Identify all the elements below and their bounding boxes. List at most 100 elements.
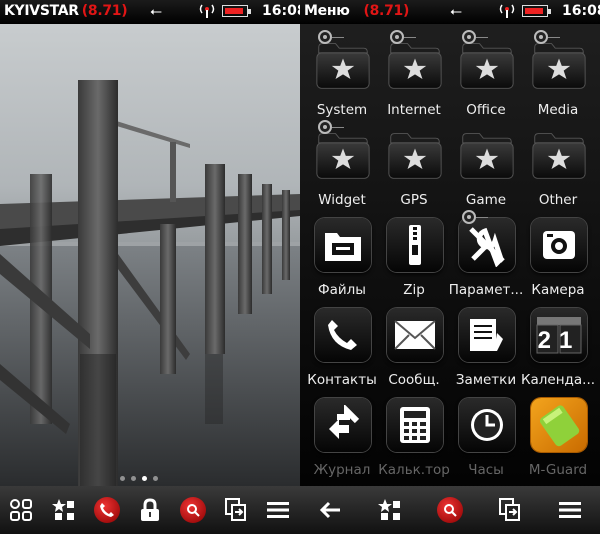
menu-item-settings-tools[interactable]: Парамет... [449,210,523,300]
phone-button[interactable] [90,493,124,527]
search-icon [444,504,457,517]
favorites-button[interactable] [373,493,407,527]
page-dot[interactable] [131,476,136,481]
battery-icon [522,5,551,17]
pin-badge-icon [318,30,332,44]
page-dot[interactable] [120,476,125,481]
menu-item-label: Камера [531,282,585,298]
menu-button[interactable] [261,493,295,527]
copy-icon [499,498,520,521]
page-dot-active[interactable] [142,476,147,481]
home-toolbar [0,486,300,534]
menu-item-label: Файлы [318,282,366,298]
pin-badge-line [476,37,488,38]
envelope-icon [387,308,443,362]
wallpaper-image [0,24,300,486]
menu-item-label: Internet [387,102,441,118]
page-dot[interactable] [153,476,158,481]
menu-item-battery-guard[interactable]: M-Guard [522,390,594,480]
status-bar: KYIVSTAR(8.71) ⭠ 16:08 [0,0,300,24]
search-icon [186,504,200,517]
menu-item-calculator[interactable]: Кальк.тор [378,390,450,480]
folder-star-icon [315,38,371,92]
menu-item-label: M-Guard [528,462,588,478]
menu-item-log[interactable]: Журнал [306,390,378,480]
phone-icon [100,503,115,517]
folder-star-icon [387,128,443,182]
menu-item-envelope[interactable]: Сообщ. [378,300,450,390]
menu-toolbar [300,486,600,534]
apps-grid-button[interactable] [4,493,38,527]
notes-icon [459,308,515,362]
copy-icon [224,498,246,521]
favorites-icon [378,499,400,520]
pin-badge-line [404,37,416,38]
status-bar: Меню(8.71) ⭠ 16:08 [300,0,600,24]
folder-star-icon [531,128,587,182]
home-screen: KYIVSTAR(8.71) ⭠ 16:08 [0,0,300,534]
copy-button[interactable] [493,493,527,527]
menu-item-camera[interactable]: Камера [522,210,594,300]
folder-star-icon [459,38,515,92]
menu-item-folder-star[interactable]: Office [450,30,522,120]
folder-star-icon [531,38,587,92]
menu-item-label: Widget [318,192,366,208]
screens-container: KYIVSTAR(8.71) ⭠ 16:08 [0,0,600,534]
menu-item-label: Часы [468,462,504,478]
menu-item-label: Other [538,192,578,208]
clock-time: 16:08 [262,3,300,19]
pin-badge-icon [462,210,476,224]
menu-item-notes[interactable]: Заметки [450,300,522,390]
menu-item-folder-star[interactable]: Media [522,30,594,120]
settings-tools-icon [459,218,515,272]
signal-icon [498,4,516,22]
svg-text:21: 21 [538,327,581,354]
favorites-button[interactable] [47,493,81,527]
usb-icon: ⭠ [150,2,163,20]
pin-badge-icon [462,30,476,44]
menu-item-folder-star[interactable]: System [306,30,378,120]
calculator-icon [387,398,443,452]
calendar-icon: 21 [531,308,587,362]
menu-item-folder-star[interactable]: Internet [378,30,450,120]
menu-item-label: Game [465,192,507,208]
copy-button[interactable] [219,493,253,527]
menu-item-folder-star[interactable]: Game [450,120,522,210]
menu-item-phone-handset[interactable]: Контакты [306,300,378,390]
menu-icon [267,502,290,518]
pin-badge-line [332,37,344,38]
pin-badge-icon [390,30,404,44]
lock-button[interactable] [133,493,167,527]
menu-item-folder-star[interactable]: Widget [306,120,378,210]
battery-icon [222,5,251,17]
search-button[interactable] [176,493,210,527]
credit-balance: (8.71) [363,3,410,19]
clock-time: 16:08 [562,3,600,19]
menu-item-folder-star[interactable]: GPS [378,120,450,210]
file-manager-icon [315,218,371,272]
back-button[interactable] [313,493,347,527]
menu-item-label: Контакты [307,372,377,388]
menu-title: Меню (8.71) [304,3,410,19]
menu-item-label: Office [466,102,506,118]
pin-badge-line [332,127,344,128]
menu-item-folder-star[interactable]: Other [522,120,594,210]
pin-badge-icon [534,30,548,44]
usb-icon: ⭠ [450,2,463,20]
page-indicator [120,476,158,481]
menu-item-file-manager[interactable]: Файлы [306,210,378,300]
folder-star-icon [459,128,515,182]
search-button[interactable] [433,493,467,527]
pin-badge-line [476,217,488,218]
log-icon [315,398,371,452]
menu-item-label: Кальк.тор [378,462,450,478]
menu-button[interactable] [553,493,587,527]
menu-item-label: Журнал [313,462,371,478]
menu-item-label: GPS [400,192,428,208]
menu-item-label: Календа... [520,372,596,388]
menu-screen: Меню(8.71) ⭠ 16:08 System Internet Office M… [300,0,600,534]
lock-icon [140,498,159,521]
menu-item-calendar[interactable]: 21 Календа... [521,300,595,390]
menu-item-zip[interactable]: Zip [378,210,450,300]
menu-item-clock[interactable]: Часы [450,390,522,480]
